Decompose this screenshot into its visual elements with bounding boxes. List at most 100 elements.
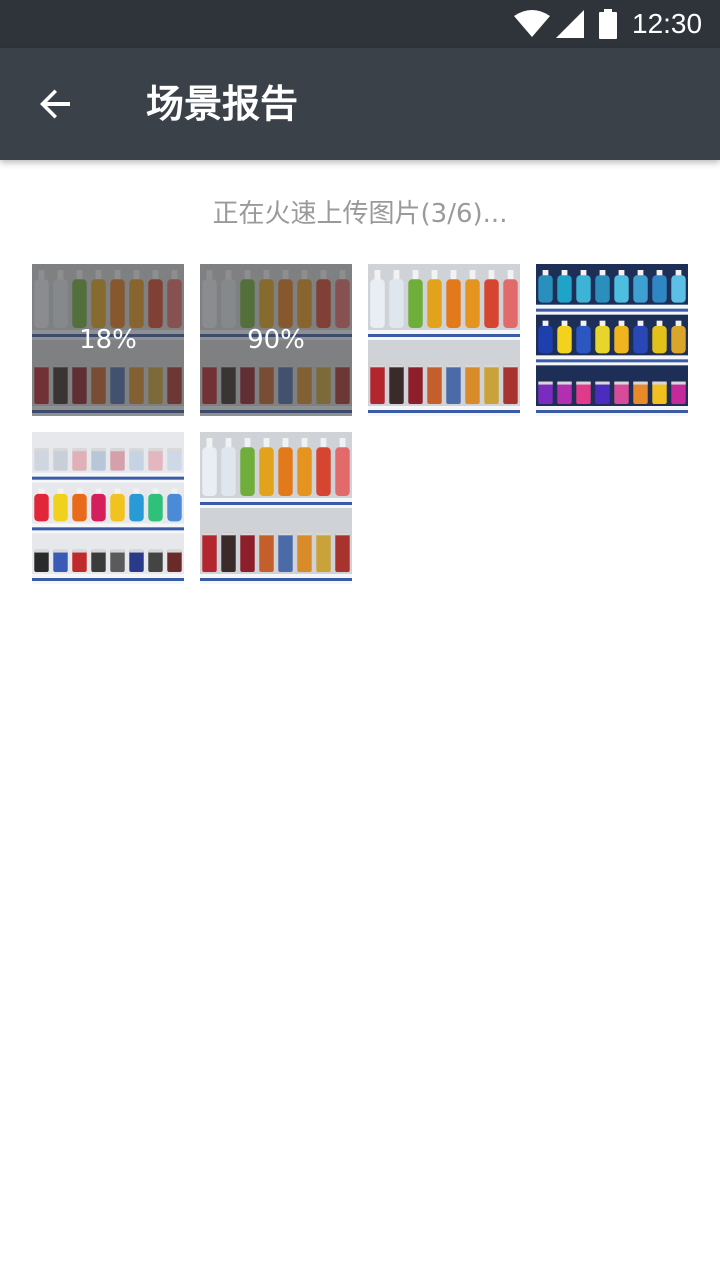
photo-thumbnail-2[interactable]: 90% — [200, 264, 352, 416]
bottle-cap — [637, 320, 644, 327]
bottle — [316, 447, 331, 496]
bottle-cap — [618, 270, 625, 276]
photo-thumbnail-6[interactable] — [200, 432, 352, 584]
can — [576, 381, 591, 404]
bottle — [671, 275, 686, 303]
can-lid — [110, 448, 125, 452]
bottle-cap — [656, 320, 663, 327]
can-lid — [110, 549, 125, 553]
photo-thumbnail-5[interactable] — [32, 432, 184, 584]
can-lid — [72, 448, 87, 452]
bottle-cap — [301, 438, 308, 449]
cell-signal-icon — [556, 10, 584, 38]
bottle — [652, 275, 667, 303]
bottle-cap — [393, 270, 400, 281]
can-lid — [652, 381, 667, 385]
bottle-cap — [320, 438, 327, 449]
bottle — [129, 493, 144, 522]
bottle-cap — [675, 320, 682, 327]
bottle — [259, 447, 274, 496]
bottle-cap — [206, 438, 213, 449]
bottle — [557, 275, 572, 303]
back-button[interactable] — [24, 72, 88, 136]
can — [148, 549, 163, 572]
upload-progress-label: 18% — [79, 325, 137, 355]
can — [240, 532, 255, 572]
shelf-price-strip — [200, 578, 352, 581]
can-lid — [484, 364, 499, 368]
shelf-price-strip — [536, 359, 688, 363]
can-lid — [595, 381, 610, 385]
can-lid — [202, 532, 217, 536]
bottle — [633, 275, 648, 303]
can-lid — [148, 549, 163, 553]
can — [335, 532, 350, 572]
bottle — [110, 493, 125, 522]
can — [72, 448, 87, 471]
bottle — [576, 325, 591, 354]
can-lid — [614, 381, 629, 385]
can — [129, 549, 144, 572]
can-lid — [335, 532, 350, 536]
can-lid — [91, 549, 106, 553]
shelf-price-strip — [32, 527, 184, 531]
bottle-cap — [95, 488, 102, 495]
can-lid — [240, 532, 255, 536]
can — [408, 364, 423, 404]
can — [614, 381, 629, 404]
shelf-price-strip — [32, 476, 184, 480]
can — [671, 381, 686, 404]
bottle-cap — [507, 270, 514, 281]
can-lid — [34, 549, 49, 553]
bottle-cap — [282, 438, 289, 449]
battery-icon — [599, 9, 617, 39]
can — [427, 364, 442, 404]
app-bar: 场景报告 — [0, 48, 720, 160]
can-lid — [259, 532, 274, 536]
can — [221, 532, 236, 572]
bottle-cap — [675, 270, 682, 276]
bottle — [370, 279, 385, 328]
bottle-cap — [225, 438, 232, 449]
can — [110, 549, 125, 572]
bottle — [576, 275, 591, 303]
can — [53, 549, 68, 572]
can — [465, 364, 480, 404]
bottle — [148, 493, 163, 522]
bottle-cap — [542, 270, 549, 276]
can-lid — [389, 364, 404, 368]
can-lid — [316, 532, 331, 536]
can — [652, 381, 667, 404]
bottle — [53, 493, 68, 522]
bottle — [202, 447, 217, 496]
can-lid — [446, 364, 461, 368]
bottle — [278, 447, 293, 496]
can-lid — [503, 364, 518, 368]
bottle — [389, 279, 404, 328]
arrow-back-icon — [40, 89, 70, 119]
bottle-cap — [599, 270, 606, 276]
can-lid — [465, 364, 480, 368]
can — [34, 549, 49, 572]
shelf-price-strip — [200, 502, 352, 505]
can — [110, 448, 125, 471]
bottle-cap — [450, 270, 457, 281]
photo-thumbnail-1[interactable]: 18% — [32, 264, 184, 416]
can — [503, 364, 518, 404]
photo-thumbnail-4[interactable] — [536, 264, 688, 416]
bottle — [652, 325, 667, 354]
bottle — [503, 279, 518, 328]
bottle-cap — [580, 270, 587, 276]
bottle-cap — [469, 270, 476, 281]
photo-thumbnail-3[interactable] — [368, 264, 520, 416]
can-lid — [538, 381, 553, 385]
bottle-cap — [431, 270, 438, 281]
bottle-cap — [57, 488, 64, 495]
bottle-cap — [580, 320, 587, 327]
can-lid — [557, 381, 572, 385]
can-lid — [576, 381, 591, 385]
can-lid — [427, 364, 442, 368]
bottle-cap — [374, 270, 381, 281]
can — [259, 532, 274, 572]
shelf-price-strip — [536, 410, 688, 413]
